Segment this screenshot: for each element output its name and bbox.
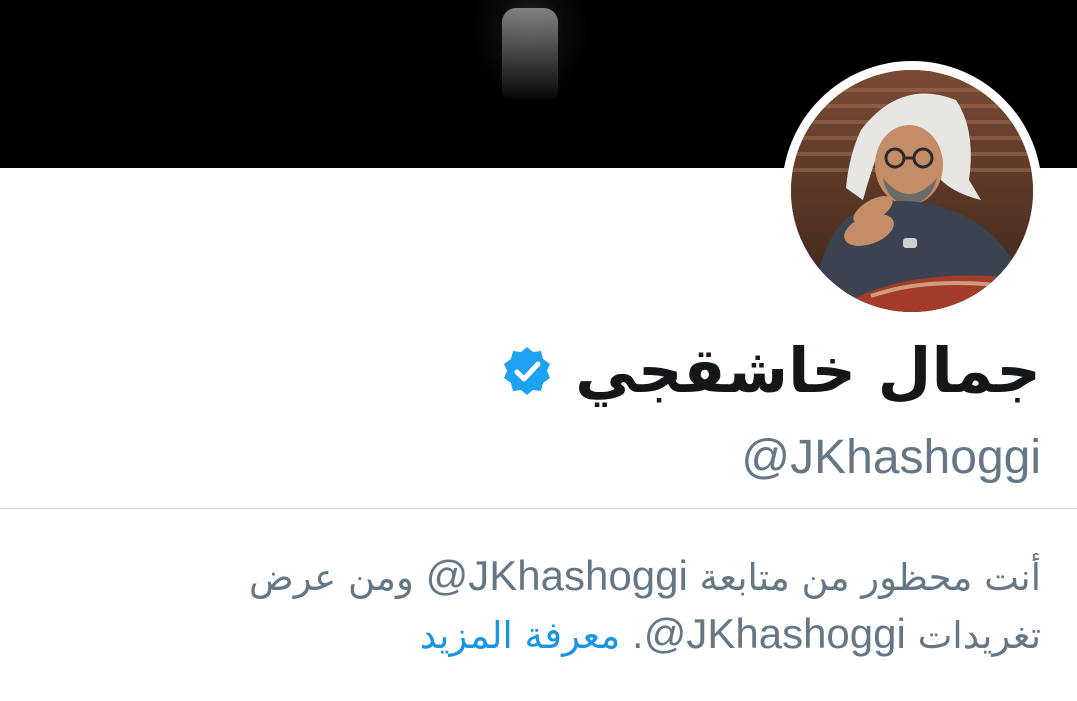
notice-text-3: تغريدات (905, 614, 1041, 657)
learn-more-link[interactable]: معرفة المزيد (420, 614, 620, 657)
avatar-photo (791, 70, 1033, 312)
blocked-notice: أنت محظور من متابعة @JKhashoggi ومن عرض … (141, 548, 1041, 664)
notice-text-1: أنت محظور من متابعة (687, 556, 1041, 599)
avatar[interactable] (791, 70, 1033, 312)
verified-badge-icon (504, 347, 551, 395)
profile-page: جمال خاشقجي @JKhashoggi أنت محظور من متا… (0, 0, 1077, 701)
notice-mention-2: @JKhashoggi (643, 610, 906, 657)
display-name: جمال خاشقجي (575, 334, 1041, 407)
notice-text-4: . (620, 614, 644, 657)
candle-image (502, 8, 558, 98)
display-name-row: جمال خاشقجي (501, 326, 1041, 416)
notice-text-2: ومن عرض (249, 556, 426, 599)
divider (0, 508, 1077, 509)
user-handle: @JKhashoggi (741, 431, 1041, 484)
notice-mention-1: @JKhashoggi (425, 552, 688, 599)
